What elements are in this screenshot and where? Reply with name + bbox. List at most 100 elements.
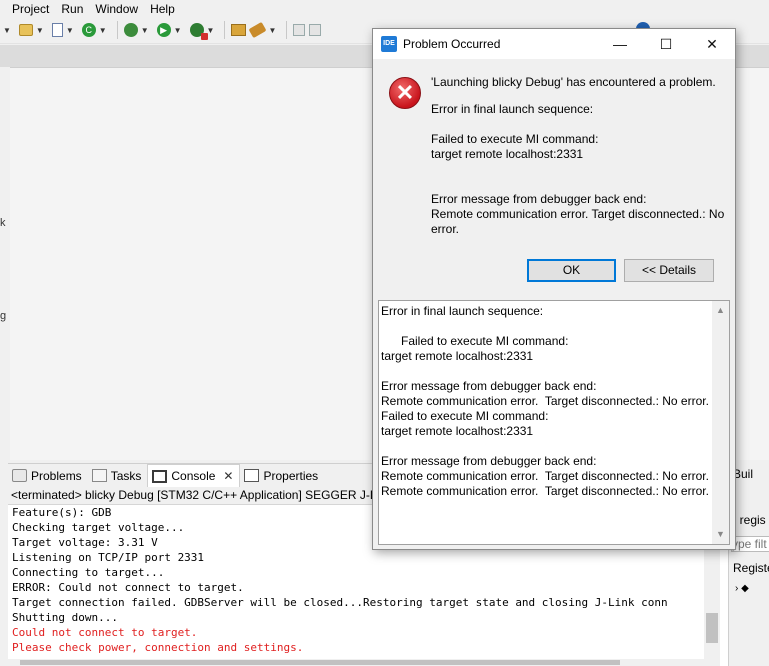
tab-label: Properties	[263, 468, 319, 483]
ide-app-icon: IDE	[381, 36, 397, 52]
details-line	[381, 439, 729, 454]
menu-help[interactable]: Help	[144, 1, 181, 17]
menu-run[interactable]: Run	[55, 1, 89, 17]
chevron-down-icon[interactable]: ▼	[3, 26, 11, 35]
disabled-button[interactable]	[291, 19, 307, 41]
gutter-label: k	[0, 217, 6, 229]
console-line: Please check power, connection and setti…	[12, 641, 304, 654]
dialog-headline: 'Launching blicky Debug' has encountered…	[431, 75, 716, 89]
menu-bar: Project Run Window Help	[0, 0, 769, 17]
dialog-title: Problem Occurred	[403, 37, 501, 51]
details-line: Failed to execute MI command:	[381, 334, 569, 348]
details-line	[381, 364, 729, 379]
close-button[interactable]: ✕	[689, 29, 735, 59]
build-button[interactable]: C	[80, 19, 98, 41]
toolbar-separator	[224, 21, 226, 39]
filter-input[interactable]: ype filt	[731, 536, 769, 552]
tab-label: Tasks	[110, 468, 142, 483]
details-button[interactable]: << Details	[624, 259, 714, 282]
disabled-button-2[interactable]	[307, 19, 323, 41]
chevron-down-icon[interactable]: ▼	[36, 26, 44, 35]
disabled-icon	[293, 24, 306, 36]
open-project-button[interactable]	[229, 19, 248, 41]
tab-properties[interactable]: Properties	[240, 465, 324, 487]
tab-console[interactable]: Console ✕	[147, 463, 241, 488]
console-scroll-thumb[interactable]	[706, 613, 718, 643]
dialog-message-line: Remote communication error. Target disco…	[431, 207, 725, 221]
details-line	[381, 319, 729, 334]
left-gutter: k g	[0, 67, 10, 460]
details-line: Remote communication error. Target disco…	[381, 394, 709, 408]
disabled-icon	[309, 24, 322, 36]
registers-column-header: Registe	[733, 561, 769, 575]
dialog-title-bar: IDE Problem Occurred — ☐ ✕	[373, 29, 735, 59]
chevron-down-icon[interactable]: ▼	[174, 26, 182, 35]
tab-build[interactable]: Buil	[733, 467, 769, 481]
chevron-down-icon[interactable]: ▼	[268, 26, 276, 35]
chevron-down-icon[interactable]: ▼	[99, 26, 107, 35]
close-icon[interactable]: ✕	[223, 469, 233, 483]
console-hscroll-thumb[interactable]	[20, 660, 620, 665]
toolbar-separator	[116, 21, 118, 39]
details-line: target remote localhost:2331	[381, 349, 534, 363]
console-line: Connecting to target...	[12, 566, 165, 579]
properties-icon	[244, 469, 260, 482]
console-line: Listening on TCP/IP port 2331	[12, 551, 205, 564]
dialog-message-line: Error message from debugger back end:	[431, 192, 647, 206]
run-icon: ▶	[156, 23, 171, 37]
details-text-area[interactable]: Error in final launch sequence: Failed t…	[378, 300, 730, 545]
console-icon	[152, 469, 168, 483]
details-line: Error in final launch sequence:	[381, 304, 544, 318]
details-line: target remote localhost:2331	[381, 424, 534, 438]
details-line: Remote communication error. Target disco…	[381, 469, 709, 483]
chevron-down-icon[interactable]: ▼	[141, 26, 149, 35]
dialog-message-line: Failed to execute MI command:	[431, 132, 599, 146]
ok-button[interactable]: OK	[527, 259, 616, 282]
registers-title: ll regis	[731, 513, 766, 527]
expand-chevron-icon[interactable]: › ◆	[735, 583, 759, 594]
minimize-button[interactable]: —	[597, 29, 643, 59]
tab-label: Problems	[31, 468, 82, 483]
scroll-up-arrow-icon[interactable]: ▲	[716, 305, 725, 315]
chevron-down-icon[interactable]: ▼	[207, 26, 215, 35]
console-line: Shutting down...	[12, 611, 118, 624]
error-icon: ✕	[389, 77, 421, 109]
details-scrollbar[interactable]: ▲ ▼	[712, 301, 729, 544]
external-tools-icon	[189, 23, 208, 40]
dialog-message-line: error.	[431, 222, 460, 236]
console-line: Target connection failed. GDBServer will…	[12, 596, 668, 609]
details-line: Error message from debugger back end:	[381, 379, 597, 393]
gutter-label: g	[0, 310, 7, 322]
new-source-button[interactable]	[50, 19, 65, 41]
debug-button[interactable]	[122, 19, 140, 41]
package-icon	[231, 24, 247, 36]
problems-icon	[12, 469, 27, 482]
scroll-down-arrow-icon[interactable]: ▼	[716, 529, 725, 539]
console-line: Could not connect to target.	[12, 626, 198, 639]
wizard-icon	[18, 24, 33, 36]
dialog-message-line: Error in final launch sequence:	[431, 102, 594, 116]
details-line: Failed to execute MI command:	[381, 409, 549, 423]
external-tools-button[interactable]	[188, 19, 208, 41]
tab-tasks[interactable]: Tasks	[88, 465, 148, 487]
problem-occurred-dialog: IDE Problem Occurred — ☐ ✕ ✕ 'Launching …	[372, 28, 736, 550]
tab-label: Console	[171, 469, 216, 483]
bug-icon	[123, 23, 138, 37]
new-wizard-button[interactable]	[17, 19, 35, 41]
run-button[interactable]: ▶	[155, 19, 173, 41]
console-line: ERROR: Could not connect to target.	[12, 581, 244, 594]
build-icon: C	[81, 23, 96, 37]
tab-problems[interactable]: Problems	[8, 465, 88, 487]
details-line: Remote communication error. Target disco…	[381, 484, 709, 498]
wand-icon	[248, 21, 267, 39]
details-line: Error message from debugger back end:	[381, 454, 597, 468]
tasks-icon	[91, 469, 107, 482]
new-file-icon	[51, 23, 63, 37]
chevron-down-icon[interactable]: ▼	[66, 26, 74, 35]
toolbar-separator	[286, 21, 288, 39]
maximize-button[interactable]: ☐	[643, 29, 689, 59]
dialog-message-line: target remote localhost:2331	[431, 147, 584, 161]
menu-project[interactable]: Project	[0, 1, 55, 17]
open-element-button[interactable]	[248, 19, 267, 41]
menu-window[interactable]: Window	[89, 1, 144, 17]
